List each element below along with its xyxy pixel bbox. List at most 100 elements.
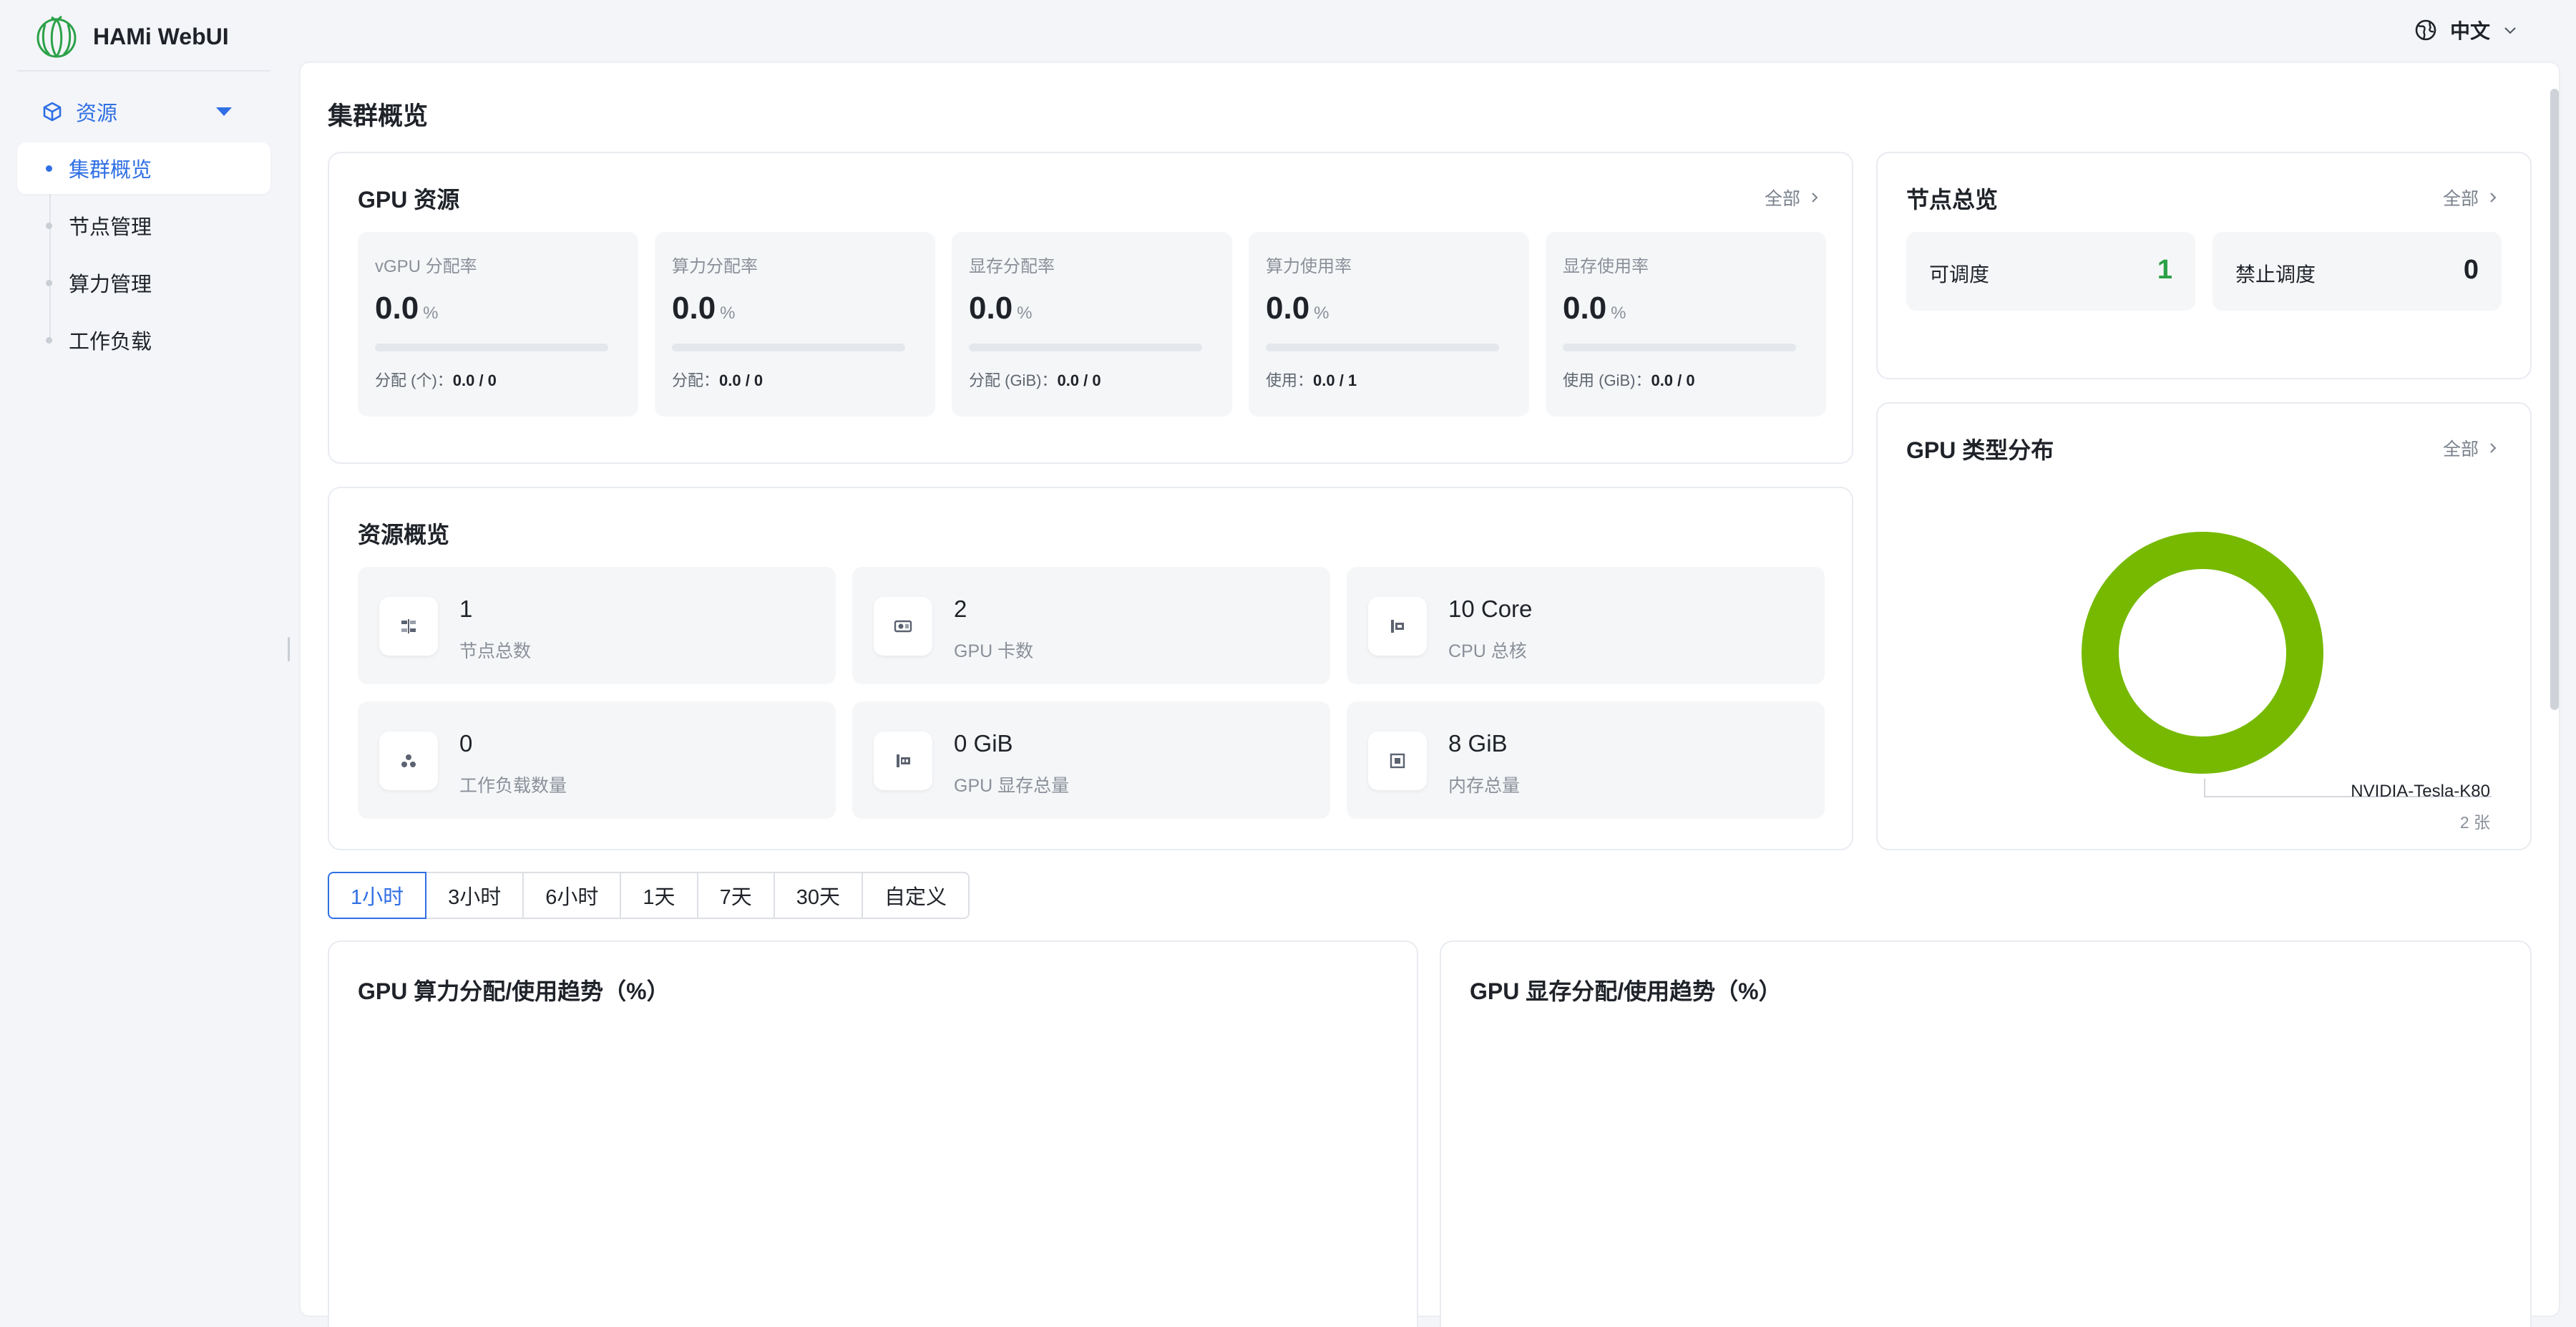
card-title: 资源概览 bbox=[358, 522, 450, 548]
resource-value: 2 bbox=[954, 596, 967, 622]
unschedulable-nodes-tile: 禁止调度 0 bbox=[2212, 232, 2502, 311]
compute-trend-chart-card: GPU 算力分配/使用趋势（%） bbox=[328, 940, 1418, 1327]
stat-footnote: 使用 (GiB)：0.0 / 0 bbox=[1563, 371, 1695, 389]
stat-value: 0.0% bbox=[375, 291, 439, 326]
chevron-right-icon bbox=[2490, 193, 2497, 203]
stat-vgpu-allocation: vGPU 分配率 0.0% 分配 (个)：0.0 / 0 bbox=[358, 232, 638, 417]
sidebar-divider bbox=[17, 70, 270, 72]
view-all-label: 全部 bbox=[2442, 189, 2479, 209]
globe-icon bbox=[2415, 19, 2436, 41]
stat-memory-usage: 显存使用率 0.0% 使用 (GiB)：0.0 / 0 bbox=[1546, 232, 1826, 417]
language-switcher[interactable]: 中文 bbox=[2414, 14, 2517, 46]
page-title: 集群概览 bbox=[328, 102, 429, 130]
time-range-1h[interactable]: 1小时 bbox=[328, 872, 427, 919]
progress-bar bbox=[1563, 344, 1796, 351]
schedulable-count: 1 bbox=[2157, 255, 2172, 285]
sidebar-item-node-management[interactable]: 节点管理 bbox=[17, 200, 270, 251]
time-range-3h[interactable]: 3小时 bbox=[425, 872, 525, 919]
card-title: GPU 算力分配/使用趋势（%） bbox=[358, 978, 670, 1004]
view-all-link[interactable]: 全部 bbox=[2443, 435, 2499, 461]
progress-bar bbox=[1266, 344, 1499, 351]
chevron-right-icon bbox=[1812, 193, 1818, 203]
memory-icon bbox=[1390, 753, 1405, 769]
hami-logo-icon bbox=[36, 15, 77, 58]
donut-slice[interactable] bbox=[2082, 532, 2323, 774]
stat-value: 0.0% bbox=[1563, 291, 1626, 326]
legend-gpu-name: NVIDIA-Tesla-K80 bbox=[2351, 782, 2490, 801]
gpu-resources-card: GPU 资源 全部 vGPU 分配率 0.0% 分配 (个)：0.0 / 0 算… bbox=[328, 152, 1853, 464]
legend-gpu-count: 2 张 bbox=[2459, 813, 2490, 832]
resource-value: 0 GiB bbox=[954, 730, 1013, 757]
gpu-card-icon bbox=[894, 620, 912, 633]
stat-label: vGPU 分配率 bbox=[375, 257, 477, 276]
sidebar-item-label: 算力管理 bbox=[69, 273, 152, 296]
resource-value: 8 GiB bbox=[1448, 730, 1508, 757]
stat-memory-allocation: 显存分配率 0.0% 分配 (GiB)：0.0 / 0 bbox=[952, 232, 1232, 417]
resource-tile-nodes: 1 节点总数 bbox=[358, 567, 836, 684]
gpu-type-distribution-card: GPU 类型分布 全部 NVIDIA-Tesla-K80 2 张 bbox=[1876, 402, 2532, 850]
workload-icon bbox=[401, 754, 416, 767]
time-range-6h[interactable]: 6小时 bbox=[522, 872, 622, 919]
stat-value: 0.0% bbox=[1266, 291, 1330, 326]
stat-footnote: 分配 (GiB)：0.0 / 0 bbox=[969, 371, 1101, 389]
sidebar-item-cluster-overview[interactable]: 集群概览 bbox=[17, 142, 270, 194]
progress-bar bbox=[672, 344, 905, 351]
card-title: 节点总览 bbox=[1906, 187, 1999, 213]
sidebar-item-compute-management[interactable]: 算力管理 bbox=[17, 257, 270, 308]
memory-trend-chart-card: GPU 显存分配/使用趋势（%） bbox=[1440, 940, 2532, 1327]
resource-tile-memory: 8 GiB 内存总量 bbox=[1347, 701, 1825, 819]
stat-value: 0.0% bbox=[969, 291, 1033, 326]
progress-bar bbox=[969, 344, 1202, 351]
time-range-selector: 1小时 3小时 6小时 1天 7天 30天 自定义 bbox=[328, 872, 970, 919]
stat-compute-allocation: 算力分配率 0.0% 分配：0.0 / 0 bbox=[655, 232, 935, 417]
time-range-1d[interactable]: 1天 bbox=[620, 872, 698, 919]
stat-label: 算力分配率 bbox=[672, 257, 758, 276]
stat-footnote: 分配：0.0 / 0 bbox=[672, 371, 763, 389]
gpu-type-donut-chart bbox=[2082, 532, 2323, 774]
gpu-memory-icon bbox=[897, 754, 910, 767]
schedulable-nodes-tile: 可调度 1 bbox=[1906, 232, 2195, 311]
resource-label: CPU 总核 bbox=[1448, 641, 1527, 661]
unschedulable-count: 0 bbox=[2463, 255, 2479, 285]
view-all-link[interactable]: 全部 bbox=[2443, 185, 2499, 210]
time-range-30d[interactable]: 30天 bbox=[773, 872, 863, 919]
app-title: HAMi WebUI bbox=[93, 23, 229, 49]
chevron-right-icon bbox=[2490, 443, 2497, 453]
sidebar-resize-handle[interactable] bbox=[288, 637, 290, 661]
caret-down-icon bbox=[216, 107, 232, 116]
stat-compute-usage: 算力使用率 0.0% 使用：0.0 / 1 bbox=[1249, 232, 1529, 417]
resource-label: 工作负载数量 bbox=[459, 776, 567, 796]
card-title: GPU 显存分配/使用趋势（%） bbox=[1470, 978, 1782, 1004]
sidebar-item-workloads[interactable]: 工作负载 bbox=[17, 314, 270, 366]
stat-label: 显存使用率 bbox=[1563, 257, 1649, 276]
scrollbar-thumb[interactable] bbox=[2550, 89, 2559, 710]
sidebar-group-resources[interactable]: 资源 bbox=[17, 90, 270, 133]
language-label: 中文 bbox=[2450, 20, 2491, 42]
resource-tile-gpu-memory: 0 GiB GPU 显存总量 bbox=[852, 701, 1330, 819]
node-overview-card: 节点总览 全部 可调度 1 禁止调度 0 bbox=[1876, 152, 2532, 379]
nodes-icon bbox=[401, 619, 416, 633]
resource-value: 0 bbox=[459, 730, 473, 757]
resource-tile-cpu: 10 Core CPU 总核 bbox=[1347, 567, 1825, 684]
chevron-down-icon bbox=[2504, 27, 2516, 34]
resource-tile-gpu-cards: 2 GPU 卡数 bbox=[852, 567, 1330, 684]
resource-label: GPU 卡数 bbox=[954, 641, 1034, 661]
cube-icon bbox=[43, 102, 62, 122]
resource-tile-workloads: 0 工作负载数量 bbox=[358, 701, 836, 819]
cpu-icon bbox=[1391, 620, 1404, 633]
time-range-7d[interactable]: 7天 bbox=[696, 872, 775, 919]
resource-label: 内存总量 bbox=[1448, 776, 1521, 796]
tile-label: 可调度 bbox=[1929, 263, 1990, 286]
time-range-custom[interactable]: 自定义 bbox=[861, 872, 970, 919]
view-all-label: 全部 bbox=[1764, 189, 1800, 209]
resource-label: GPU 显存总量 bbox=[954, 776, 1070, 796]
sidebar-item-label: 集群概览 bbox=[69, 159, 152, 182]
stat-label: 算力使用率 bbox=[1266, 257, 1352, 276]
view-all-label: 全部 bbox=[2442, 439, 2479, 460]
resource-value: 10 Core bbox=[1448, 596, 1533, 622]
stat-label: 显存分配率 bbox=[969, 257, 1055, 276]
app-logo[interactable]: HAMi WebUI bbox=[36, 13, 229, 60]
view-all-link[interactable]: 全部 bbox=[1765, 185, 1820, 210]
tile-label: 禁止调度 bbox=[2235, 263, 2316, 286]
card-title: GPU 类型分布 bbox=[1906, 437, 2054, 463]
